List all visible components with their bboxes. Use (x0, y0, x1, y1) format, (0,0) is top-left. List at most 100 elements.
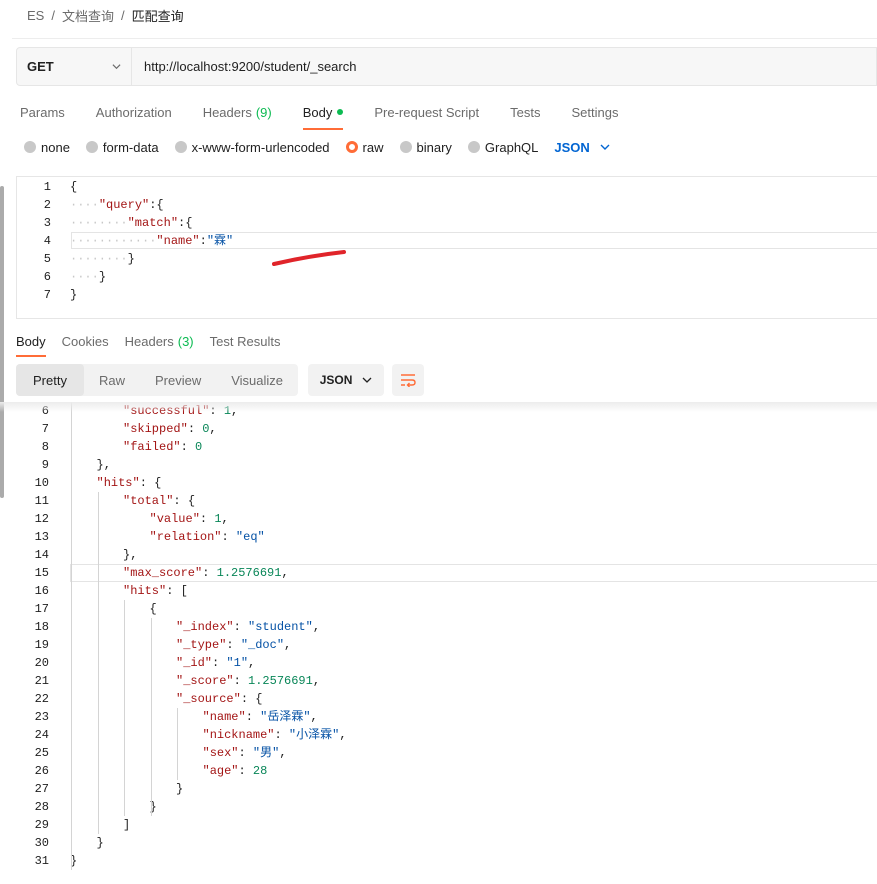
tab-authorization[interactable]: Authorization (96, 102, 172, 122)
tab-params[interactable]: Params (20, 102, 65, 122)
url-input[interactable] (132, 48, 876, 85)
tab-label: Tests (510, 104, 541, 120)
code-line: "value": 1, (149, 512, 229, 526)
code-line: "total": { (123, 494, 196, 508)
line-number: 17 (34, 602, 49, 616)
radio-icon (24, 141, 36, 153)
tab-label: Body (302, 104, 333, 120)
breadcrumb: ES / 文档查询 / 匹配查询 (27, 6, 184, 24)
line-number: 22 (34, 692, 49, 706)
radio-urlencoded[interactable]: x-www-form-urlencoded (174, 140, 330, 155)
line-number: 26 (34, 764, 49, 778)
line-number: 30 (34, 836, 49, 850)
chevron-down-icon (112, 64, 121, 70)
indent-guide (71, 402, 72, 870)
line-number: 25 (34, 746, 49, 760)
json-string: "霖" (206, 234, 234, 248)
radio-graphql[interactable]: GraphQL (467, 139, 539, 155)
code-line: "max_score": 1.2576691, (123, 566, 289, 580)
modified-dot-icon (337, 109, 344, 115)
line-number: 11 (34, 494, 49, 508)
line-number: 29 (34, 818, 49, 832)
radio-label: GraphQL (484, 139, 539, 155)
indent-guide (97, 492, 99, 834)
radio-label: binary (416, 139, 452, 155)
response-tabs: Body Cookies Headers (3) Test Results (16, 332, 296, 357)
code-line: "_source": { (176, 692, 263, 706)
tab-label: Pre-request Script (374, 104, 480, 120)
line-number: 15 (34, 566, 49, 580)
tab-response-body[interactable]: Body (16, 332, 46, 357)
tab-label: Params (20, 104, 65, 120)
breadcrumb-separator: / (120, 7, 125, 23)
radio-binary[interactable]: binary (399, 139, 452, 155)
method-select[interactable]: GET (17, 48, 132, 85)
code-line: "relation": "eq" (149, 530, 265, 544)
radio-label: form-data (102, 139, 159, 155)
radio-form-data[interactable]: form-data (85, 139, 159, 155)
request-body-editor[interactable]: 1 2 3 4 5 6 7 { ····"query":{ ········"m… (16, 176, 877, 319)
scroll-shadow (0, 402, 877, 412)
code-line: } (176, 782, 184, 796)
tab-label: Authorization (95, 104, 172, 120)
divider (12, 38, 877, 39)
body-language-select[interactable]: JSON (554, 140, 610, 155)
line-number: 7 (43, 288, 51, 302)
tab-label: Settings (571, 104, 619, 120)
wrap-lines-icon (401, 374, 416, 387)
line-number: 3 (43, 216, 51, 230)
tab-cookies[interactable]: Cookies (62, 332, 109, 350)
line-number: 5 (43, 252, 51, 266)
tab-pre-request-script[interactable]: Pre-request Script (374, 102, 479, 122)
code-line: } (70, 286, 77, 304)
code-line: "sex": "男", (202, 746, 287, 760)
tab-tests[interactable]: Tests (510, 102, 540, 122)
line-number: 20 (34, 656, 49, 670)
view-visualize-button[interactable]: Visualize (216, 364, 298, 396)
breadcrumb-current: 匹配查询 (131, 8, 184, 24)
line-number: 19 (34, 638, 49, 652)
radio-icon (467, 141, 480, 153)
radio-label: none (41, 139, 70, 155)
tab-headers[interactable]: Headers (9) (203, 102, 272, 122)
radio-none[interactable]: none (24, 140, 70, 155)
tab-test-results[interactable]: Test Results (210, 332, 281, 350)
line-number: 16 (34, 584, 49, 598)
code-line: "age": 28 (202, 764, 268, 778)
tab-settings[interactable]: Settings (571, 102, 618, 122)
breadcrumb-section[interactable]: 文档查询 (62, 6, 114, 25)
indent-guide (177, 708, 178, 780)
radio-label: raw (362, 139, 384, 155)
code-line: ········} (70, 250, 135, 268)
view-pretty-button[interactable]: Pretty (16, 364, 84, 396)
line-number: 12 (34, 512, 49, 526)
code-line: ] (123, 818, 131, 832)
code-line: } (96, 836, 104, 850)
wrap-lines-button[interactable] (392, 364, 425, 396)
code-line: ····} (70, 268, 106, 286)
radio-raw[interactable]: raw (345, 139, 384, 155)
line-number: 7 (41, 422, 49, 436)
view-raw-button[interactable]: Raw (84, 364, 140, 396)
tab-response-headers[interactable]: Headers (3) (125, 332, 194, 350)
line-number: 2 (43, 198, 51, 212)
line-number: 10 (34, 476, 49, 490)
indent-guide-dots: ········ (70, 252, 128, 266)
line-number: 21 (34, 674, 49, 688)
code-line: "_id": "1", (176, 656, 256, 670)
indent-guide-dots: ············ (70, 234, 157, 248)
code-token: } (98, 270, 107, 284)
line-number: 13 (34, 530, 49, 544)
code-line: "hits": { (96, 476, 162, 490)
breadcrumb-root[interactable]: ES (27, 8, 44, 23)
radio-selected-icon (345, 141, 358, 153)
code-line: { (149, 602, 157, 616)
response-format-select[interactable]: JSON (308, 364, 385, 396)
code-line: "skipped": 0, (123, 422, 217, 436)
tab-body[interactable]: Body (302, 102, 344, 130)
response-body-viewer[interactable]: 6"successful": 1,7"skipped": 0,8"failed"… (0, 402, 877, 884)
code-line: "hits": [ (123, 584, 188, 598)
indent-guide-dots: ···· (70, 270, 99, 284)
view-preview-button[interactable]: Preview (140, 364, 216, 396)
line-number: 6 (43, 270, 51, 284)
